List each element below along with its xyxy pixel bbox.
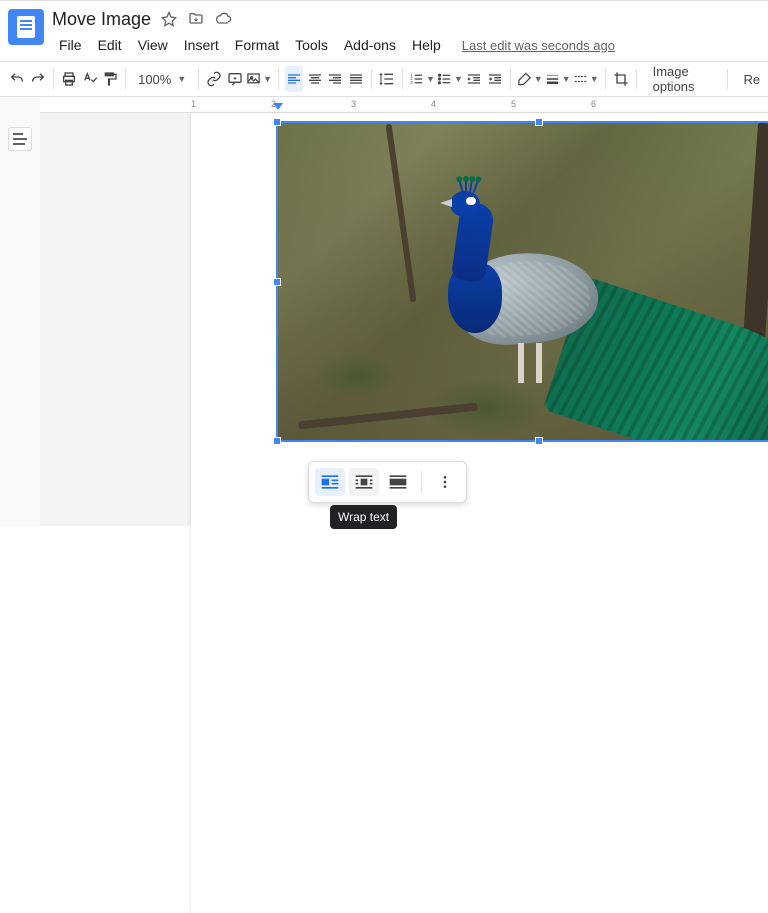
menu-tools[interactable]: Tools: [288, 35, 335, 55]
cloud-status-icon[interactable]: [215, 11, 233, 27]
ruler-tick: 1: [191, 99, 196, 109]
print-button[interactable]: [60, 66, 79, 92]
menu-help[interactable]: Help: [405, 35, 448, 55]
docs-logo[interactable]: [8, 9, 44, 45]
ruler-tick: 5: [511, 99, 516, 109]
menu-addons[interactable]: Add-ons: [337, 35, 403, 55]
ruler-tick: 6: [591, 99, 596, 109]
document-canvas[interactable]: 1 2 3 4 5 6: [40, 97, 768, 526]
resize-handle-icon[interactable]: [273, 278, 281, 286]
align-right-button[interactable]: [326, 66, 345, 92]
break-text-button[interactable]: [383, 468, 413, 496]
increase-indent-button[interactable]: [485, 66, 504, 92]
move-folder-icon[interactable]: [187, 11, 205, 27]
numbered-list-button[interactable]: 123▼: [409, 66, 435, 92]
menu-format[interactable]: Format: [228, 35, 286, 55]
decrease-indent-button[interactable]: [465, 66, 484, 92]
svg-text:3: 3: [410, 80, 413, 85]
last-edit-link[interactable]: Last edit was seconds ago: [462, 38, 615, 53]
inline-layout-button[interactable]: [315, 468, 345, 496]
menu-view[interactable]: View: [131, 35, 175, 55]
peacock-image-content: [278, 123, 768, 440]
ruler-tick: 3: [351, 99, 356, 109]
zoom-dropdown[interactable]: 100%▼: [132, 68, 192, 91]
replace-image-button[interactable]: Re: [734, 72, 761, 87]
align-left-button[interactable]: [285, 66, 304, 92]
menu-file[interactable]: File: [52, 35, 89, 55]
image-layout-toolbar: [308, 461, 467, 503]
insert-link-button[interactable]: [205, 66, 224, 92]
insert-image-button[interactable]: ▼: [246, 66, 272, 92]
selected-image[interactable]: [276, 121, 768, 442]
resize-handle-icon[interactable]: [535, 118, 543, 126]
doc-title[interactable]: Move Image: [52, 9, 151, 30]
align-justify-button[interactable]: [346, 66, 365, 92]
resize-handle-icon[interactable]: [273, 437, 281, 445]
outline-toggle-button[interactable]: [8, 127, 32, 151]
star-icon[interactable]: [161, 11, 177, 27]
more-options-button[interactable]: [430, 468, 460, 496]
wrap-text-button[interactable]: [349, 468, 379, 496]
spellcheck-button[interactable]: [80, 66, 99, 92]
menu-bar: File Edit View Insert Format Tools Add-o…: [52, 33, 760, 57]
insert-comment-button[interactable]: [226, 66, 245, 92]
horizontal-ruler[interactable]: 1 2 3 4 5 6: [40, 97, 768, 113]
menu-insert[interactable]: Insert: [177, 35, 226, 55]
ruler-tick: 2: [271, 99, 276, 109]
crop-button[interactable]: [611, 66, 630, 92]
paint-format-button[interactable]: [101, 66, 120, 92]
line-spacing-button[interactable]: [378, 66, 397, 92]
border-dash-button[interactable]: ▼: [573, 66, 599, 92]
menu-edit[interactable]: Edit: [91, 35, 129, 55]
align-center-button[interactable]: [305, 66, 324, 92]
resize-handle-icon[interactable]: [273, 118, 281, 126]
image-options-button[interactable]: Image options: [643, 64, 721, 94]
border-color-button[interactable]: ▼: [517, 66, 543, 92]
resize-handle-icon[interactable]: [535, 437, 543, 445]
toolbar: 100%▼ ▼ 123▼ ▼ ▼ ▼ ▼ Image options Re: [0, 61, 768, 97]
redo-button[interactable]: [29, 66, 48, 92]
ruler-tick: 4: [431, 99, 436, 109]
bulleted-list-button[interactable]: ▼: [437, 66, 463, 92]
wrap-text-tooltip: Wrap text: [330, 505, 397, 529]
undo-button[interactable]: [8, 66, 27, 92]
border-weight-button[interactable]: ▼: [545, 66, 571, 92]
